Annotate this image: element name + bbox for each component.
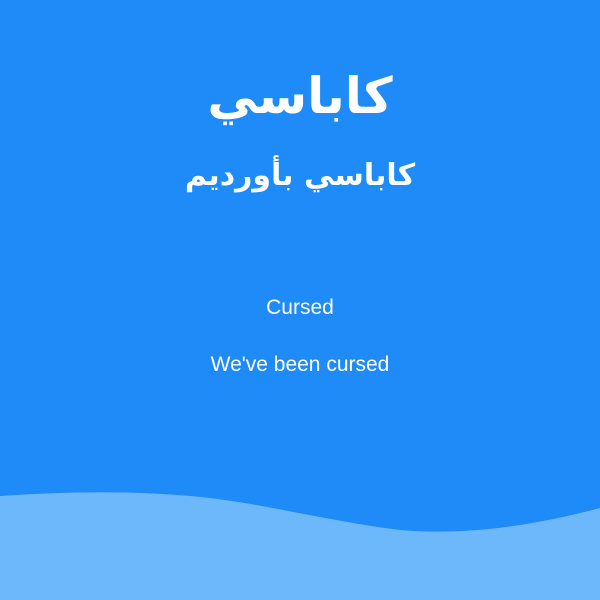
splash-screen: كاباسي كاباسي بأورديم Cursed We've been … xyxy=(0,0,600,600)
status-message: We've been cursed xyxy=(210,353,390,376)
status-heading: Cursed xyxy=(266,296,334,319)
app-subtitle: كاباسي بأورديم xyxy=(184,158,416,193)
app-title: كاباسي xyxy=(207,67,393,125)
wave-shape xyxy=(0,492,600,600)
bottom-wave-decoration xyxy=(0,492,600,600)
